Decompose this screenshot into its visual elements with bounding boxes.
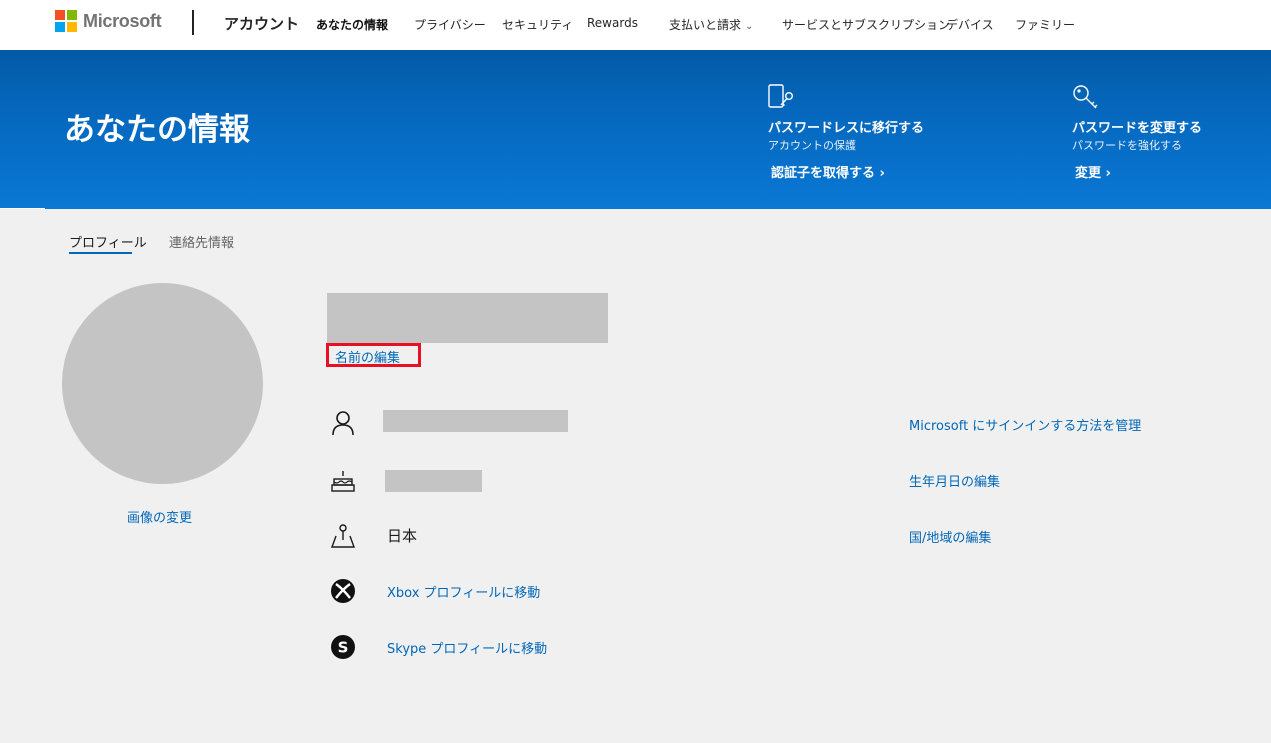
edit-birthday-link[interactable]: 生年月日の編集: [909, 471, 1000, 490]
page-title: あなたの情報: [64, 112, 250, 148]
xbox-profile-link[interactable]: Xbox プロフィールに移動: [387, 582, 540, 601]
get-authenticator-link[interactable]: 認証子を取得する ›: [771, 162, 885, 181]
nav-item-rewards[interactable]: Rewards: [587, 16, 638, 30]
microsoft-logo-icon[interactable]: [55, 10, 77, 32]
cake-icon: [331, 471, 355, 492]
name-redacted: [327, 293, 608, 343]
nav-account-title[interactable]: アカウント: [224, 13, 299, 34]
key-icon: [1073, 85, 1098, 109]
chevron-right-icon: ›: [1105, 166, 1111, 181]
nav-item-billing[interactable]: 支払いと請求 ⌄: [669, 16, 753, 33]
xbox-icon: [331, 579, 355, 603]
get-authenticator-label: 認証子を取得する: [771, 166, 876, 181]
top-navigation: Microsoft アカウント あなたの情報 プライバシー セキュリティ Rew…: [0, 0, 1271, 50]
change-password-heading: パスワードを変更する: [1072, 121, 1203, 136]
person-icon: [332, 411, 354, 436]
manage-signin-link[interactable]: Microsoft にサインインする方法を管理: [909, 415, 1141, 434]
nav-item-security[interactable]: セキュリティ: [502, 16, 573, 33]
change-password-link[interactable]: 変更 ›: [1075, 162, 1111, 181]
brand-name[interactable]: Microsoft: [83, 11, 162, 32]
tab-contact-info[interactable]: 連絡先情報: [169, 232, 234, 251]
country-value: 日本: [387, 527, 418, 545]
passwordless-heading: パスワードレスに移行する: [768, 121, 925, 136]
hero-divider: [0, 208, 45, 209]
nav-item-devices[interactable]: デバイス: [946, 16, 994, 33]
nav-item-privacy[interactable]: プライバシー: [414, 16, 486, 33]
chevron-right-icon: ›: [879, 166, 885, 181]
passwordless-card: パスワードレスに移行する アカウントの保護 認証子を取得する ›: [768, 84, 968, 194]
change-password-sub: パスワードを強化する: [1072, 139, 1182, 152]
tab-active-indicator: [69, 252, 132, 254]
edit-name-link[interactable]: 名前の編集: [326, 343, 421, 367]
nav-item-services[interactable]: サービスとサブスクリプション: [782, 16, 950, 33]
email-redacted: [383, 410, 568, 432]
nav-item-your-info[interactable]: あなたの情報: [316, 16, 388, 33]
birthday-redacted: [385, 470, 482, 492]
change-photo-link[interactable]: 画像の変更: [127, 507, 192, 526]
nav-divider: [192, 10, 194, 35]
passwordless-sub: アカウントの保護: [768, 139, 856, 152]
phone-key-icon: [768, 84, 794, 108]
change-password-card: パスワードを変更する パスワードを強化する 変更 ›: [1072, 84, 1252, 194]
map-pin-icon: [331, 524, 355, 548]
avatar: [62, 283, 263, 484]
change-password-link-label: 変更: [1075, 166, 1102, 181]
nav-item-billing-label: 支払いと請求: [669, 18, 742, 32]
edit-country-link[interactable]: 国/地域の編集: [909, 527, 991, 546]
hero-banner: あなたの情報 パスワードレスに移行する アカウントの保護 認証子を取得する › …: [0, 50, 1271, 209]
skype-profile-link[interactable]: Skype プロフィールに移動: [387, 638, 547, 657]
chevron-down-icon: ⌄: [745, 21, 754, 32]
nav-item-family[interactable]: ファミリー: [1015, 16, 1075, 33]
svg-text:S: S: [338, 639, 349, 657]
skype-icon: S: [331, 635, 355, 659]
tab-profile[interactable]: プロフィール: [69, 232, 147, 251]
